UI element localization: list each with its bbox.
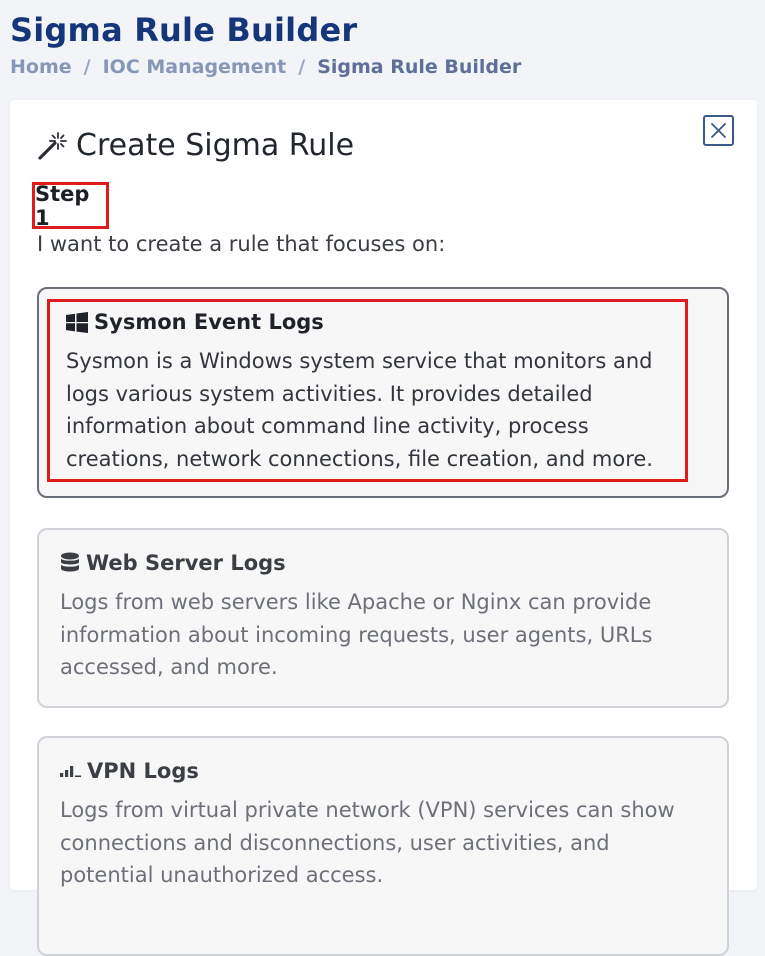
page-header: Sigma Rule Builder Home / IOC Management…	[10, 8, 521, 80]
option-title: Sysmon Event Logs	[66, 308, 686, 336]
breadcrumb: Home / IOC Management / Sigma Rule Build…	[10, 54, 521, 80]
close-button[interactable]	[703, 115, 734, 146]
option-title: VPN Logs	[60, 757, 700, 785]
breadcrumb-current: Sigma Rule Builder	[317, 56, 522, 78]
option-title-text: Sysmon Event Logs	[94, 310, 324, 334]
windows-icon	[66, 311, 88, 333]
option-vpn-logs[interactable]: VPN Logs Logs from virtual private netwo…	[37, 736, 729, 956]
breadcrumb-ioc-management-link[interactable]: IOC Management	[103, 54, 287, 80]
create-rule-card: Create Sigma Rule Step 1 I want to creat…	[10, 100, 757, 956]
breadcrumb-separator: /	[83, 56, 91, 78]
card-title-text: Create Sigma Rule	[76, 128, 355, 163]
signal-bars-icon	[60, 764, 81, 778]
option-title-text: VPN Logs	[87, 759, 199, 783]
option-description: Logs from web servers like Apache or Ngi…	[60, 590, 653, 679]
option-description: Logs from virtual private network (VPN) …	[60, 798, 675, 887]
page-title: Sigma Rule Builder	[10, 11, 358, 49]
database-icon	[60, 552, 80, 574]
breadcrumb-separator: /	[298, 56, 306, 78]
step-label: Step 1	[32, 182, 109, 230]
step-description: I want to create a rule that focuses on:	[37, 232, 446, 256]
close-icon	[711, 123, 726, 138]
option-sysmon-event-logs[interactable]: Sysmon Event Logs Sysmon is a Windows sy…	[37, 287, 729, 498]
option-title-text: Web Server Logs	[86, 551, 286, 575]
breadcrumb-home-link[interactable]: Home	[10, 54, 72, 80]
option-title: Web Server Logs	[60, 549, 700, 577]
option-description: Sysmon is a Windows system service that …	[66, 349, 653, 471]
card-title: Create Sigma Rule	[37, 126, 354, 166]
option-web-server-logs[interactable]: Web Server Logs Logs from web servers li…	[37, 528, 729, 708]
magic-wand-icon	[37, 131, 67, 161]
